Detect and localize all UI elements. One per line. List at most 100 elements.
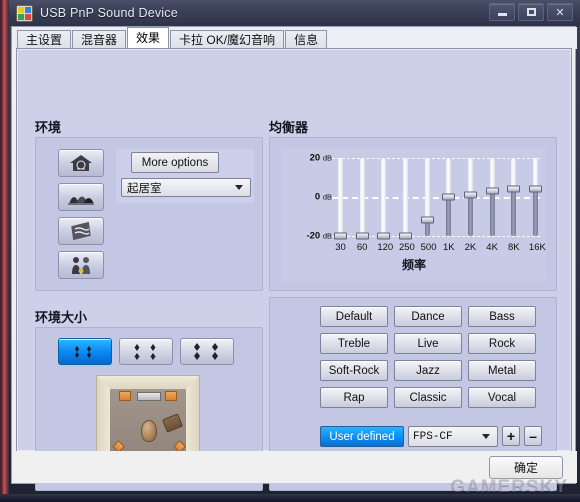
environment-preset-select[interactable]: 起居室 (121, 178, 251, 197)
window-title: USB PnP Sound Device (40, 6, 178, 20)
eq-slider-track-filled (338, 158, 343, 236)
client-area: 主设置 混音器 效果 卡拉 OK/魔幻音响 信息 环境 More options… (11, 26, 577, 491)
eq-frequency-label: 120 (377, 242, 394, 253)
equalizer-frequency-labels: 30 60 120 250 500 1K 2K 4K 8K 16K (334, 242, 546, 254)
eq-frequency-label: 60 (356, 242, 368, 253)
preset-button-jazz[interactable]: Jazz (394, 360, 462, 381)
eq-slider-knob[interactable] (507, 185, 521, 193)
eq-slider-knob[interactable] (528, 185, 542, 193)
eq-slider-knob[interactable] (334, 232, 347, 240)
more-options-button[interactable]: More options (131, 152, 219, 173)
tab-information[interactable]: 信息 (285, 30, 328, 49)
eq-slider-track-filled (489, 158, 495, 192)
eq-slider-1k[interactable] (442, 158, 456, 236)
maximize-icon (526, 8, 536, 16)
preset-button-metal[interactable]: Metal (468, 360, 536, 381)
speaker-front-right (165, 391, 177, 401)
eq-frequency-label: 250 (398, 242, 415, 253)
tab-label: 效果 (136, 31, 161, 45)
preset-button-rap[interactable]: Rap (320, 387, 388, 408)
environment-size-large-button[interactable] (180, 338, 234, 365)
opera-house-environment-icon[interactable] (58, 183, 104, 211)
eq-slider-track-filled (381, 158, 387, 236)
eq-slider-2k[interactable] (463, 158, 477, 236)
tv-screen (137, 392, 161, 401)
eq-slider-250[interactable] (398, 158, 412, 240)
tab-main-settings[interactable]: 主设置 (17, 30, 72, 49)
preset-button-treble[interactable]: Treble (320, 333, 388, 354)
eq-frequency-label: 2K (464, 242, 477, 253)
tab-label: 主设置 (26, 33, 63, 47)
eq-frequency-label: 1K (442, 242, 455, 253)
dialog-footer: 确定 (12, 451, 577, 483)
preset-button-default[interactable]: Default (320, 306, 388, 327)
eq-slider-30[interactable] (334, 158, 347, 240)
preset-button-soft-rock[interactable]: Soft-Rock (320, 360, 388, 381)
eq-slider-knob[interactable] (485, 187, 499, 195)
window-left-border (0, 0, 9, 502)
eq-slider-8k[interactable] (507, 158, 521, 236)
maximize-button[interactable] (518, 3, 544, 21)
environment-size-medium-button[interactable] (119, 338, 173, 365)
eq-slider-knob[interactable] (355, 232, 369, 240)
preset-button-classic[interactable]: Classic (394, 387, 462, 408)
environment-size-group-title: 环境大小 (35, 310, 88, 325)
eq-slider-16k[interactable] (528, 158, 542, 236)
user-preset-value: FPS-CF (413, 430, 453, 443)
preset-button-live[interactable]: Live (394, 333, 462, 354)
chevron-down-icon (482, 434, 490, 439)
equalizer-group-title: 均衡器 (269, 120, 309, 135)
eq-slider-4k[interactable] (485, 158, 499, 236)
chevron-down-icon (235, 185, 243, 190)
eq-slider-track-filled (402, 158, 408, 236)
stone-environment-icon[interactable] (58, 217, 104, 245)
minimize-button[interactable] (489, 3, 515, 21)
tab-effects[interactable]: 效果 (127, 27, 170, 49)
preset-button-dance[interactable]: Dance (394, 306, 462, 327)
eq-slider-knob[interactable] (420, 216, 434, 224)
eq-slider-knob[interactable] (442, 193, 456, 201)
eq-slider-knob[interactable] (398, 232, 412, 240)
user-preset-select[interactable]: FPS-CF (408, 426, 498, 447)
tab-label: 混音器 (81, 33, 118, 47)
add-preset-button[interactable]: + (502, 426, 520, 446)
tab-karaoke[interactable]: 卡拉 OK/魔幻音响 (170, 30, 285, 49)
eq-frequency-label: 30 (335, 242, 346, 253)
title-bar[interactable]: USB PnP Sound Device ✕ (9, 0, 580, 26)
eq-slider-track-filled (424, 158, 430, 221)
eq-slider-knob[interactable] (463, 191, 477, 199)
equalizer-group: 20 dB 0 dB -20 dB 30 60 120 250 500 1K 2… (269, 137, 557, 291)
preset-button-rock[interactable]: Rock (468, 333, 536, 354)
window-controls: ✕ (489, 3, 573, 21)
environment-preset-value: 起居室 (127, 182, 162, 195)
speaker-front-left (119, 391, 131, 401)
eq-slider-500[interactable] (420, 158, 434, 236)
window-bottom-border (0, 494, 580, 502)
eq-slider-track-filled (532, 158, 538, 190)
eq-frequency-label: 500 (420, 242, 437, 253)
tab-mixer[interactable]: 混音器 (72, 30, 127, 49)
eq-slider-60[interactable] (355, 158, 369, 240)
db-label-min: -20 dB (306, 230, 332, 242)
eq-frequency-label: 8K (507, 242, 520, 253)
preset-button-bass[interactable]: Bass (468, 306, 536, 327)
eq-slider-track-filled (359, 158, 365, 236)
eq-slider-track-filled (511, 158, 517, 190)
equalizer-frequency-axis-label: 频率 (401, 258, 426, 272)
eq-slider-knob[interactable] (377, 232, 391, 240)
ok-button[interactable]: 确定 (489, 456, 563, 479)
eq-frequency-label: 16K (528, 242, 546, 253)
eq-slider-120[interactable] (377, 158, 391, 240)
preset-button-grid: Default Dance Bass Treble Live Rock Soft-Rock J… (320, 306, 536, 408)
people-environment-icon[interactable] (58, 251, 104, 279)
tab-strip: 主设置 混音器 效果 卡拉 OK/魔幻音响 信息 (12, 27, 577, 49)
environment-size-small-button[interactable] (58, 338, 112, 365)
remove-preset-button[interactable]: – (524, 426, 542, 446)
equalizer-sliders (334, 158, 542, 240)
environment-group-title: 环境 (35, 120, 62, 135)
house-environment-icon[interactable] (58, 149, 104, 177)
close-icon: ✕ (555, 6, 565, 19)
preset-button-vocal[interactable]: Vocal (468, 387, 536, 408)
user-defined-button[interactable]: User defined (320, 426, 404, 447)
close-button[interactable]: ✕ (547, 3, 573, 21)
